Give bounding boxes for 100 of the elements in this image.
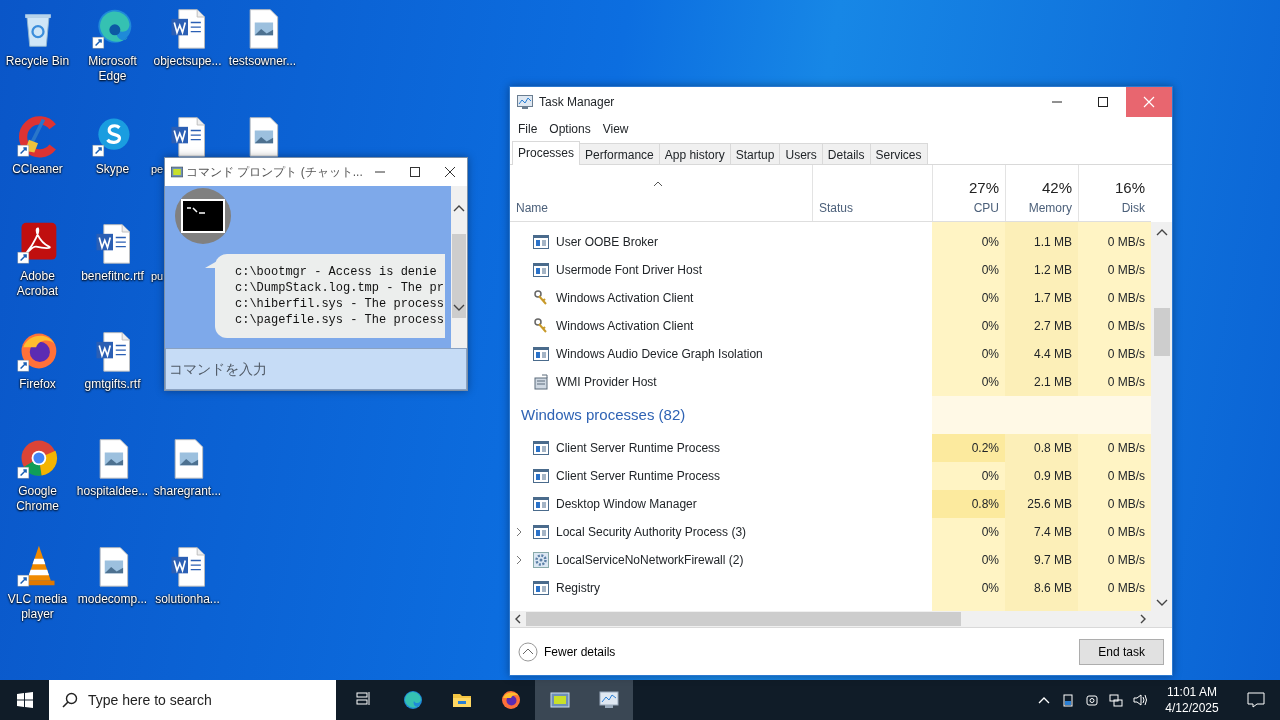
process-name[interactable]: Client Server Runtime Process <box>556 467 721 485</box>
scrollbar[interactable] <box>451 186 467 348</box>
window-icon <box>533 496 549 512</box>
cpu-value: 0% <box>980 468 1000 485</box>
memory-value: 7.4 MB <box>1033 524 1073 541</box>
scroll-right-icon[interactable] <box>1138 614 1148 624</box>
battery-icon[interactable] <box>1060 692 1076 708</box>
scrollbar-thumb[interactable] <box>1153 308 1170 356</box>
end-task-button[interactable]: End task <box>1079 638 1164 665</box>
desktop-icon-label[interactable]: objectsupe... <box>153 54 222 69</box>
memory-value: 0.8 MB <box>1033 440 1073 457</box>
process-name[interactable]: User OOBE Broker <box>556 233 659 251</box>
horizontal-scrollbar[interactable] <box>510 611 1151 627</box>
desktop-icon-label[interactable]: Firefox <box>19 376 56 392</box>
desktop-icon-label[interactable]: gmtgifts.rtf <box>84 376 141 392</box>
tab[interactable]: App history <box>658 143 731 164</box>
process-name[interactable]: Windows Activation Client <box>556 289 694 307</box>
volume-icon[interactable] <box>1132 692 1148 708</box>
process-name[interactable]: Windows Audio Device Graph Isolation <box>556 345 763 363</box>
usage-percent: 27% <box>967 177 999 198</box>
cpu-value: 0% <box>980 234 1000 251</box>
network-icon[interactable] <box>1108 692 1124 708</box>
clock[interactable]: 11:01 AM 4/12/2025 <box>1152 680 1232 720</box>
desktop-icon-label[interactable]: Adobe Acrobat <box>0 269 75 299</box>
scrollbar-thumb[interactable] <box>526 612 961 626</box>
desktop-icon-label[interactable]: testsowner... <box>228 54 297 69</box>
taskbar-button[interactable] <box>584 680 633 720</box>
process-name[interactable]: Desktop Window Manager <box>556 495 697 513</box>
disk-value: 0 MB/s <box>1106 440 1146 457</box>
scroll-up-icon[interactable] <box>453 204 465 212</box>
menu-item[interactable]: File <box>512 120 544 138</box>
usage-percent: 42% <box>1040 177 1072 198</box>
desktop-icon-label[interactable]: pe <box>151 161 164 177</box>
tab[interactable]: Startup <box>729 143 781 164</box>
desktop-icon-label[interactable]: pu <box>151 269 164 284</box>
process-name[interactable]: LocalServiceNoNetworkFirewall (2) <box>556 551 744 569</box>
column-header[interactable]: Name <box>516 199 806 217</box>
process-name[interactable]: Local Security Authority Process (3) <box>556 523 747 541</box>
memory-value: 0.9 MB <box>1033 468 1073 485</box>
desktop-icon-label[interactable]: Recycle Bin <box>5 54 70 69</box>
taskbar-button[interactable] <box>535 680 584 720</box>
tab[interactable]: Users <box>779 143 823 164</box>
window-icon <box>533 524 549 540</box>
memory-value: 8.6 MB <box>1033 580 1073 597</box>
camera-icon[interactable] <box>1084 692 1100 708</box>
output-line: c:\DumpStack.log.tmp - The pr <box>235 280 445 296</box>
desktop-icon-label[interactable]: solutionha... <box>155 591 220 607</box>
window-icon <box>533 468 549 484</box>
process-name[interactable]: Registry <box>556 579 600 597</box>
scroll-down-icon[interactable] <box>453 304 465 312</box>
cpu-value: 0% <box>980 290 1000 307</box>
window-icon <box>533 346 549 362</box>
disk-value: 0 MB/s <box>1106 496 1146 513</box>
vertical-scrollbar[interactable] <box>1151 222 1172 627</box>
desktop-icon-label[interactable]: CCleaner <box>12 161 63 177</box>
command-input[interactable]: コマンドを入力 <box>165 348 467 390</box>
terminal-icon <box>181 199 225 233</box>
desktop-icon-label[interactable]: modecomp... <box>77 591 148 607</box>
memory-value: 1.1 MB <box>1033 234 1073 251</box>
desktop-icon-label[interactable]: sharegrant... <box>153 484 222 499</box>
fewer-details-link[interactable]: Fewer details <box>544 642 616 661</box>
column-header[interactable]: CPU <box>939 199 999 217</box>
desktop-icon-label[interactable]: benefitnc.rtf <box>81 269 144 284</box>
gear-icon <box>533 552 549 568</box>
column-header[interactable]: Disk <box>1085 199 1145 217</box>
tab[interactable]: Performance <box>579 143 660 164</box>
cpu-value: 0% <box>980 552 1000 569</box>
server-icon <box>533 374 549 390</box>
tab[interactable]: Services <box>869 143 928 164</box>
desktop-icon-label[interactable]: Microsoft Edge <box>75 54 150 84</box>
process-name[interactable]: Usermode Font Driver Host <box>556 261 703 279</box>
desktop-icon-label[interactable]: Skype <box>95 161 130 177</box>
browser-icon <box>402 690 423 710</box>
window-icon <box>533 440 549 456</box>
disk-value: 0 MB/s <box>1106 234 1146 251</box>
process-name[interactable]: WMI Provider Host <box>556 373 657 391</box>
process-name[interactable]: Windows Activation Client <box>556 317 694 335</box>
maximize-icon <box>1097 96 1109 108</box>
task-manager-icon <box>598 690 619 710</box>
scrollbar-thumb[interactable] <box>452 234 466 318</box>
desktop-icon-label[interactable]: Google Chrome <box>0 484 75 514</box>
scroll-left-icon[interactable] <box>513 614 523 624</box>
windows-logo-icon <box>16 692 33 708</box>
collapse-icon[interactable] <box>518 641 538 662</box>
desktop-icon-label[interactable]: VLC media player <box>0 591 75 622</box>
desktop-icon-label[interactable]: hospitaldee... <box>76 484 149 499</box>
notification-icon[interactable] <box>1247 691 1265 709</box>
disk-value: 0 MB/s <box>1106 552 1146 569</box>
maximize-icon <box>408 166 421 178</box>
tab[interactable]: Processes <box>512 141 581 165</box>
tab[interactable]: Details <box>821 143 871 164</box>
column-header[interactable]: Status <box>819 199 926 217</box>
menu-item[interactable]: Options <box>543 120 597 138</box>
search-field[interactable]: Type here to search <box>49 680 336 720</box>
scroll-down-icon[interactable] <box>1155 599 1168 607</box>
column-header[interactable]: Memory <box>1012 199 1072 217</box>
scroll-up-icon[interactable] <box>1155 228 1168 236</box>
output-line: c:\hiberfil.sys - The process <box>235 296 445 312</box>
process-name[interactable]: Client Server Runtime Process <box>556 439 721 457</box>
menu-item[interactable]: View <box>596 120 635 138</box>
